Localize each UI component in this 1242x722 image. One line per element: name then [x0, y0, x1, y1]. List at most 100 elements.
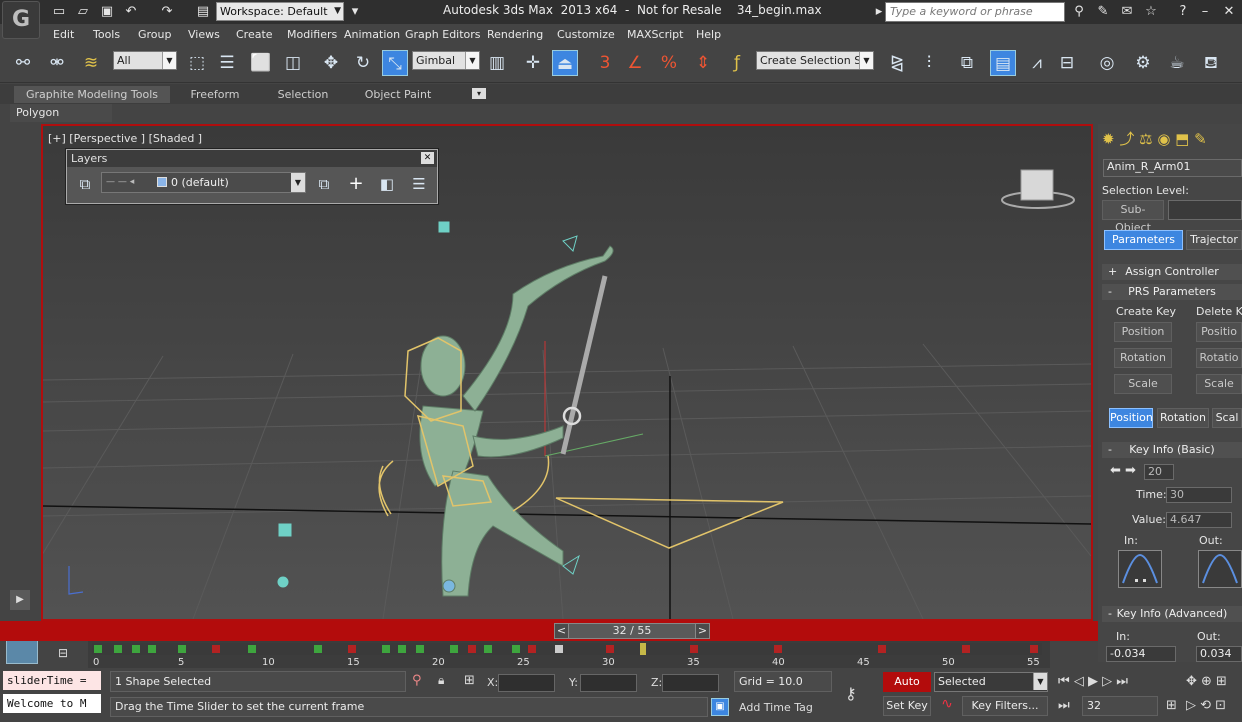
- menu-animation[interactable]: Animation: [344, 28, 400, 41]
- key-mode-dropdown[interactable]: Selected ▼: [934, 672, 1048, 692]
- rendered-frame-icon[interactable]: ☕: [1164, 50, 1190, 76]
- create-rotation-key-button[interactable]: Rotation: [1114, 348, 1172, 368]
- material-editor-icon[interactable]: ◎: [1094, 50, 1120, 76]
- maxscript-listener-input[interactable]: sliderTime =: [3, 671, 101, 690]
- prs-position-tab[interactable]: Position: [1109, 408, 1153, 428]
- trackbar-ruler[interactable]: [92, 643, 1042, 655]
- select-object-icon[interactable]: ⬚: [184, 50, 210, 76]
- favorites-star-icon[interactable]: ☆: [1142, 3, 1160, 20]
- key-mode-toggle-icon[interactable]: ⏭: [1058, 698, 1070, 713]
- create-layer-icon[interactable]: +: [343, 171, 369, 195]
- lock-selection-icon[interactable]: 🔒︎: [438, 673, 444, 688]
- binoculars-icon[interactable]: ⚲: [1070, 3, 1088, 20]
- mirror-icon[interactable]: ⧎: [884, 50, 910, 76]
- layer-visibility-icon[interactable]: — — ◂: [106, 173, 134, 192]
- render-production-icon[interactable]: ⛾: [1198, 50, 1224, 76]
- menu-graph-editors[interactable]: Graph Editors: [405, 28, 481, 41]
- snaps-toggle-icon[interactable]: 3: [592, 50, 618, 76]
- time-slider-bar[interactable]: [0, 621, 1098, 641]
- rotate-icon[interactable]: ↻: [350, 50, 376, 76]
- in-tangent-curve-icon[interactable]: [1118, 550, 1162, 588]
- key-icon[interactable]: ⚷: [845, 684, 857, 703]
- selection-filter-dropdown[interactable]: All ▼: [113, 51, 177, 70]
- redo-icon[interactable]: ↷: [158, 3, 176, 20]
- window-crossing-icon[interactable]: ◫: [280, 50, 306, 76]
- y-coordinate-field[interactable]: [580, 674, 637, 692]
- adv-in-field[interactable]: -0.034: [1106, 646, 1176, 662]
- communication-center-icon[interactable]: ✉: [1118, 3, 1136, 20]
- set-key-button[interactable]: Set Key: [883, 696, 931, 716]
- sub-object-button[interactable]: Sub-Object: [1102, 200, 1164, 234]
- workspace-dropdown[interactable]: Workspace: Default ▼: [216, 2, 344, 21]
- menu-customize[interactable]: Customize: [557, 28, 615, 41]
- chevron-down-icon[interactable]: ▼: [291, 173, 305, 192]
- adv-out-field[interactable]: 0.034: [1196, 646, 1242, 662]
- schematic-view-icon[interactable]: ⊟: [1054, 50, 1080, 76]
- create-position-key-button[interactable]: Position: [1114, 322, 1172, 342]
- add-to-layer-icon[interactable]: ⧉: [311, 171, 337, 195]
- delete-rotation-key-button[interactable]: Rotatio: [1196, 348, 1242, 368]
- minimize-icon[interactable]: –: [1196, 3, 1214, 20]
- spinner-snap-icon[interactable]: ⇕: [690, 50, 716, 76]
- key-filters-button[interactable]: Key Filters...: [962, 696, 1048, 716]
- menu-rendering[interactable]: Rendering: [487, 28, 543, 41]
- new-file-icon[interactable]: ▭: [50, 3, 68, 20]
- link-icon[interactable]: ⚯: [10, 50, 36, 76]
- time-tag-icon[interactable]: ▣: [711, 698, 729, 716]
- add-time-tag[interactable]: Add Time Tag: [739, 701, 813, 714]
- key-navigation-arrows[interactable]: ⬅ ➡: [1110, 463, 1136, 478]
- ribbon-tab-freeform[interactable]: Freeform: [170, 86, 260, 103]
- maxscript-listener-output[interactable]: Welcome to M: [3, 694, 101, 713]
- current-layer-dropdown[interactable]: — — ◂ 0 (default) ▼: [101, 172, 306, 193]
- reference-coordinate-dropdown[interactable]: Gimbal ▼: [412, 51, 480, 70]
- viewport-orbit-icons[interactable]: ▷ ⟲ ⊡: [1186, 698, 1226, 713]
- menu-maxscript[interactable]: MAXScript: [627, 28, 683, 41]
- menu-edit[interactable]: Edit: [53, 28, 74, 41]
- set-key-filter-icon[interactable]: ∿: [936, 696, 958, 716]
- align-icon[interactable]: ⫶: [916, 50, 942, 76]
- parameters-tab[interactable]: Parameters: [1104, 230, 1183, 250]
- project-folder-icon[interactable]: ▤: [194, 3, 212, 20]
- angle-snap-icon[interactable]: ∠: [622, 50, 648, 76]
- ribbon-tab-selection[interactable]: Selection: [260, 86, 346, 103]
- edit-named-selection-icon[interactable]: ƒ: [724, 50, 750, 76]
- delete-scale-key-button[interactable]: Scale: [1196, 374, 1242, 394]
- out-tangent-curve-icon[interactable]: [1198, 550, 1242, 588]
- trajectories-tab[interactable]: Trajector: [1186, 230, 1242, 250]
- absolute-mode-icon[interactable]: ⊞: [464, 673, 475, 688]
- ribbon-tab-graphite[interactable]: Graphite Modeling Tools: [14, 86, 170, 103]
- sub-object-dropdown[interactable]: [1168, 200, 1242, 220]
- z-coordinate-field[interactable]: [662, 674, 719, 692]
- key-time-field[interactable]: 30: [1166, 487, 1232, 503]
- help-icon[interactable]: ?: [1174, 3, 1192, 20]
- x-coordinate-field[interactable]: [498, 674, 555, 692]
- menu-create[interactable]: Create: [236, 28, 273, 41]
- ribbon-panel-polygon-modeling[interactable]: Polygon Modeling: [10, 104, 112, 137]
- toggle-scene-explorer-icon[interactable]: ▤: [990, 50, 1016, 76]
- assign-controller-rollout[interactable]: + Assign Controller: [1102, 264, 1242, 280]
- menu-tools[interactable]: Tools: [93, 28, 120, 41]
- set-current-layer-icon[interactable]: ☰: [406, 171, 432, 195]
- create-scale-key-button[interactable]: Scale: [1114, 374, 1172, 394]
- key-info-advanced-rollout[interactable]: - Key Info (Advanced): [1102, 606, 1242, 622]
- trackbar-toggle-icon[interactable]: ⊟: [52, 646, 74, 662]
- close-icon[interactable]: ✕: [421, 152, 434, 164]
- time-slider[interactable]: < 32 / 55 >: [554, 623, 710, 639]
- isolate-selection-icon[interactable]: ⚲: [412, 673, 422, 688]
- scale-icon[interactable]: ⤡: [382, 50, 408, 76]
- keyboard-shortcut-override-icon[interactable]: ⏏: [552, 50, 578, 76]
- select-by-name-icon[interactable]: ☰: [214, 50, 240, 76]
- delete-position-key-button[interactable]: Positio: [1196, 322, 1242, 342]
- key-value-field[interactable]: 4.647: [1166, 512, 1232, 528]
- previous-frame-icon[interactable]: <: [555, 624, 569, 638]
- key-info-basic-rollout[interactable]: - Key Info (Basic): [1102, 442, 1242, 458]
- move-icon[interactable]: ✥: [318, 50, 344, 76]
- select-in-layer-icon[interactable]: ◧: [374, 171, 400, 195]
- viewcube-icon[interactable]: [1001, 169, 1075, 209]
- search-input[interactable]: Type a keyword or phrase: [885, 2, 1065, 22]
- subscription-icon[interactable]: ✎: [1094, 3, 1112, 20]
- rectangular-selection-icon[interactable]: ⬜: [248, 50, 274, 76]
- prs-scale-tab[interactable]: Scal: [1212, 408, 1242, 428]
- menu-modifiers[interactable]: Modifiers: [287, 28, 337, 41]
- open-file-icon[interactable]: ▱: [74, 3, 92, 20]
